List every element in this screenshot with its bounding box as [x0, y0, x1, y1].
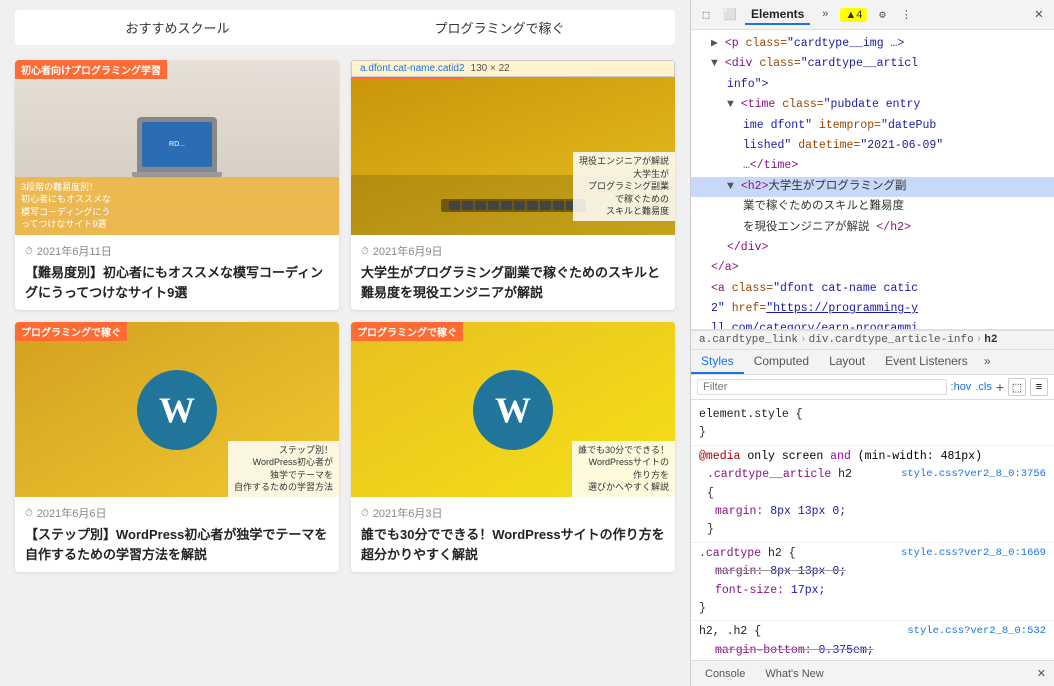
dom-line-5[interactable]: ime dfont" itemprop="datePub — [691, 116, 1054, 136]
card-2-date: 2021年6月9日 — [361, 243, 665, 259]
css-rules-panel: element.style { } @media only screen and… — [691, 400, 1054, 660]
dom-line-10: を現役エンジニアが解説 </h2> — [691, 218, 1054, 238]
css-rule-h2: h2, .h2 { style.css?ver2_8_0:532 margin-… — [691, 621, 1054, 660]
tab-event-listeners[interactable]: Event Listeners — [875, 350, 978, 374]
card-1-date: 2021年6月11日 — [25, 243, 329, 259]
more-tabs-icon[interactable]: » — [816, 6, 834, 24]
filter-bar: :hov .cls + ⬚ ≡ — [691, 375, 1054, 400]
css-source-1[interactable]: style.css?ver2_8_0:3756 — [901, 466, 1046, 483]
highlight-url: a.dfont.cat-name.catid2 — [360, 63, 465, 74]
device-icon[interactable]: ⬜ — [721, 6, 739, 24]
card-2-body: 2021年6月9日 大学生がプログラミング副業で稼ぐためのスキルと難易度を現役エ… — [351, 235, 675, 310]
card-1[interactable]: RD... 3段階の難易度別！初心者にもオススメな模写コーディングにうってつけな… — [15, 60, 339, 310]
card-2-image: 現役エンジニアが解説大学生がプログラミング副業で稼ぐためのスキルと難易度 — [351, 60, 675, 235]
css-rule-element-style: element.style { } — [691, 404, 1054, 446]
dom-line-12[interactable]: </a> — [691, 258, 1054, 278]
breadcrumb-item-3[interactable]: h2 — [984, 334, 997, 346]
inspect-icon[interactable]: ⬚ — [697, 6, 715, 24]
card-2-thumb: a.dfont.cat-name.catid2 130 × 22 — [351, 60, 675, 235]
whats-new-tab[interactable]: What's New — [759, 666, 829, 682]
card-3-thumb: W ステップ別！WordPress初心者が独学でテーマを自作するための学習方法 … — [15, 322, 339, 497]
card-3-title: 【ステップ別】WordPress初心者が独学でテーマを自作するための学習方法を解… — [25, 525, 329, 564]
card-4-badge-top: プログラミングで稼ぐ — [351, 322, 463, 341]
top-nav: おすすめスクール プログラミングで稼ぐ — [15, 10, 675, 45]
warning-badge: ▲4 — [840, 8, 867, 22]
devtools-panel: ⬚ ⬜ Elements » ▲4 ⚙ ⋮ ✕ ▶ <p class="card… — [690, 0, 1054, 686]
dom-line-6[interactable]: lished" datetime="2021-06-09" — [691, 136, 1054, 156]
dom-line-3[interactable]: info"> — [691, 75, 1054, 95]
card-1-badge-top: 初心者向けプログラミング学習 — [15, 60, 167, 79]
tab-layout[interactable]: Layout — [819, 350, 875, 374]
dom-line-14[interactable]: 2" href="https://programming-y — [691, 299, 1054, 319]
card-1-body: 2021年6月11日 【難易度別】初心者にもオススメな模写コーディングにうってつ… — [15, 235, 339, 310]
filter-icon-1[interactable]: ⬚ — [1008, 378, 1026, 396]
dom-line-8[interactable]: ▼ <h2>大学生がプログラミング副 — [691, 177, 1054, 197]
css-rule-media: @media only screen and (min-width: 481px… — [691, 446, 1054, 543]
dom-line-4[interactable]: ▼ <time class="pubdate entry — [691, 95, 1054, 115]
more-menu-icon[interactable]: ⋮ — [897, 6, 915, 24]
elements-tab[interactable]: Elements — [745, 5, 810, 25]
card-4-title: 誰でも30分でできる！WordPressサイトの作り方を超分かりやすく解説 — [361, 525, 665, 564]
devtools-bottom-bar: Console What's New ✕ — [691, 660, 1054, 686]
card-1-title: 【難易度別】初心者にもオススメな模写コーディングにうってつけなサイト9選 — [25, 263, 329, 302]
dom-line-2[interactable]: ▼ <div class="cardtype__articl — [691, 54, 1054, 74]
filter-icon-2[interactable]: ≡ — [1030, 378, 1048, 396]
dom-line-1[interactable]: ▶ <p class="cardtype__img …> — [691, 34, 1054, 54]
dom-line-15[interactable]: ll.com/category/earn-programmi — [691, 319, 1054, 330]
styles-tabs-bar: Styles Computed Layout Event Listeners » — [691, 350, 1054, 375]
tab-computed[interactable]: Computed — [744, 350, 819, 374]
breadcrumb-item-2[interactable]: div.cardtype_article-info — [809, 334, 974, 346]
highlight-size: 130 × 22 — [471, 63, 510, 74]
css-rule-cardtype-h2: .cardtype h2 { style.css?ver2_8_0:1669 m… — [691, 543, 1054, 622]
filter-add-button[interactable]: + — [996, 379, 1004, 395]
card-4-body: 2021年6月3日 誰でも30分でできる！WordPressサイトの作り方を超分… — [351, 497, 675, 572]
dom-line-13[interactable]: <a class="dfont cat-name catic — [691, 279, 1054, 299]
card-4[interactable]: W 誰でも30分でできる！WordPressサイトの作り方を選びかへやすく解説 … — [351, 322, 675, 572]
card-3-date: 2021年6月6日 — [25, 505, 329, 521]
card-4-date: 2021年6月3日 — [361, 505, 665, 521]
cards-grid: RD... 3段階の難易度別！初心者にもオススメな模写コーディングにうってつけな… — [15, 60, 675, 572]
css-source-2[interactable]: style.css?ver2_8_0:1669 — [901, 545, 1046, 562]
devtools-topbar: ⬚ ⬜ Elements » ▲4 ⚙ ⋮ ✕ — [691, 0, 1054, 30]
card-2[interactable]: a.dfont.cat-name.catid2 130 × 22 — [351, 60, 675, 310]
card-4-thumb: W 誰でも30分でできる！WordPressサイトの作り方を選びかへやすく解説 … — [351, 322, 675, 497]
card-3-badge-top: プログラミングで稼ぐ — [15, 322, 127, 341]
dom-line-11[interactable]: </div> — [691, 238, 1054, 258]
card-3-body: 2021年6月6日 【ステップ別】WordPress初心者が独学でテーマを自作す… — [15, 497, 339, 572]
dom-line-7[interactable]: …</time> — [691, 156, 1054, 176]
close-bottom-bar-button[interactable]: ✕ — [1037, 667, 1046, 680]
filter-hover-toggle[interactable]: :hov — [951, 381, 972, 393]
card-3[interactable]: W ステップ別！WordPress初心者が独学でテーマを自作するための学習方法 … — [15, 322, 339, 572]
console-tab[interactable]: Console — [699, 666, 751, 682]
blog-panel: おすすめスクール プログラミングで稼ぐ RD... — [0, 0, 690, 686]
filter-input[interactable] — [697, 379, 947, 395]
card-1-thumb: RD... 3段階の難易度別！初心者にもオススメな模写コーディングにうってつけな… — [15, 60, 339, 235]
breadcrumb-item-1[interactable]: a.cardtype_link — [699, 334, 798, 346]
breadcrumb: a.cardtype_link › div.cardtype_article-i… — [691, 330, 1054, 350]
card-2-title: 大学生がプログラミング副業で稼ぐためのスキルと難易度を現役エンジニアが解説 — [361, 263, 665, 302]
settings-icon[interactable]: ⚙ — [873, 6, 891, 24]
dom-line-9: 業で稼ぐためのスキルと難易度 — [691, 197, 1054, 217]
nav-item-school[interactable]: おすすめスクール — [125, 18, 229, 37]
tab-styles[interactable]: Styles — [691, 350, 744, 374]
dom-tree: ▶ <p class="cardtype__img …> ▼ <div clas… — [691, 30, 1054, 330]
tab-more[interactable]: » — [978, 350, 997, 374]
nav-item-earn[interactable]: プログラミングで稼ぐ — [434, 18, 564, 37]
close-devtools-button[interactable]: ✕ — [1030, 6, 1048, 24]
filter-class-toggle[interactable]: .cls — [975, 381, 992, 393]
filter-icon-group: ⬚ ≡ — [1008, 378, 1048, 396]
css-source-3[interactable]: style.css?ver2_8_0:532 — [907, 623, 1046, 640]
